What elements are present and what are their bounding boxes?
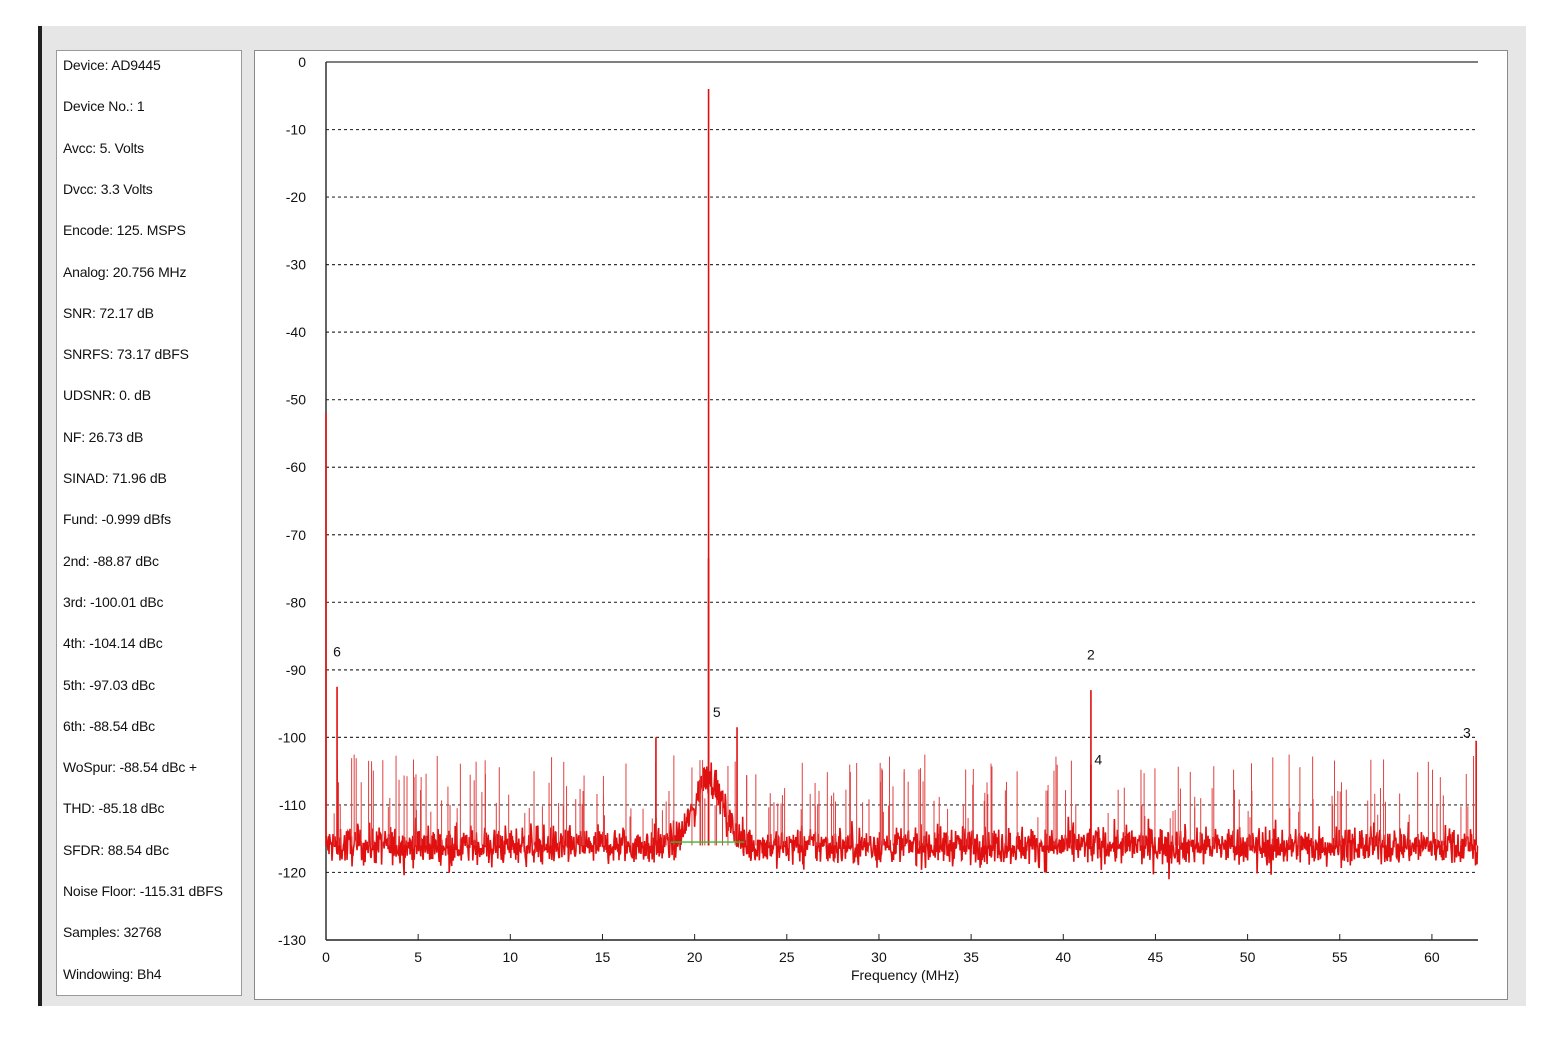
- y-tick-label: -120: [278, 864, 306, 880]
- info-line: Dvcc: 3.3 Volts: [63, 180, 153, 197]
- y-tick-label: -20: [286, 189, 306, 205]
- info-line: SNRFS: 73.17 dBFS: [63, 346, 189, 363]
- x-tick-label: 25: [779, 949, 795, 965]
- harmonic-marker-label: 6: [333, 643, 341, 659]
- info-line: Device No.: 1: [63, 98, 145, 115]
- info-line: Fund: -0.999 dBfs: [63, 511, 171, 528]
- y-tick-label: 0: [298, 54, 306, 70]
- info-line: Windowing: Bh4: [63, 965, 162, 982]
- harmonic-markers: 6 5 2 4 3: [333, 643, 1471, 767]
- info-line: Avcc: 5. Volts: [63, 139, 144, 156]
- info-line: Encode: 125. MSPS: [63, 222, 186, 239]
- fft-spectrum-chart: 0 -10 -20 -30 -40 -50 -60 -70 -80 -90 -100 -110 -120…: [278, 54, 1479, 983]
- x-tick-label: 0: [322, 949, 330, 965]
- x-tick-label: 20: [687, 949, 703, 965]
- harmonic-marker-label: 5: [713, 704, 721, 720]
- y-tick-label: -110: [279, 797, 306, 813]
- harmonic-marker-label: 2: [1087, 647, 1095, 663]
- info-line: 5th: -97.03 dBc: [63, 676, 155, 693]
- y-tick-label: -30: [286, 257, 306, 273]
- x-tick-label: 10: [503, 949, 519, 965]
- y-tick-label: -90: [286, 662, 306, 678]
- y-tick-label: -70: [286, 527, 306, 543]
- harmonic-marker-label: 3: [1463, 724, 1471, 740]
- info-line: THD: -85.18 dBc: [63, 800, 165, 817]
- info-line: SNR: 72.17 dB: [63, 304, 154, 321]
- x-tick-label: 15: [595, 949, 611, 965]
- spectrum-trace: [325, 89, 1479, 880]
- x-tick-label: 30: [871, 949, 887, 965]
- x-tick-label: 5: [414, 949, 422, 965]
- info-line: Noise Floor: -115.31 dBFS: [63, 883, 223, 899]
- info-line: 2nd: -88.87 dBc: [63, 552, 159, 569]
- info-line: Samples: 32768: [63, 924, 162, 941]
- y-tick-label: -40: [286, 324, 306, 340]
- info-line: WoSpur: -88.54 dBc +: [63, 759, 197, 776]
- measurement-info-panel: Device: AD9445 Device No.: 1 Avcc: 5. Volt…: [56, 50, 242, 996]
- info-line: SINAD: 71.96 dB: [63, 470, 167, 486]
- grid-lines: [326, 61, 1478, 874]
- info-line: NF: 26.73 dB: [63, 428, 144, 445]
- y-tick-label: -50: [286, 392, 306, 408]
- x-tick-label: 35: [963, 949, 979, 965]
- x-tick-label: 50: [1240, 949, 1256, 965]
- info-line: UDSNR: 0. dB: [63, 387, 151, 404]
- x-tick-label: 60: [1424, 949, 1440, 965]
- x-tick-label: 40: [1055, 949, 1071, 965]
- harmonic-marker-label: 4: [1094, 751, 1102, 767]
- y-tick-label: -10: [286, 122, 306, 138]
- y-tick-label: -130: [278, 932, 306, 948]
- info-line: 3rd: -100.01 dBc: [63, 593, 164, 610]
- y-tick-label: -80: [286, 594, 306, 610]
- x-axis-title: Frequency (MHz): [851, 967, 959, 983]
- info-line: 4th: -104.14 dBc: [63, 635, 163, 652]
- y-tick-label: -60: [286, 459, 306, 475]
- x-tick-label: 45: [1148, 949, 1164, 965]
- info-line: SFDR: 88.54 dBc: [63, 841, 169, 858]
- info-line: Device: AD9445: [63, 57, 161, 73]
- y-tick-label: -100: [278, 729, 306, 745]
- info-line: 6th: -88.54 dBc: [63, 717, 155, 734]
- info-line: Analog: 20.756 MHz: [63, 263, 187, 280]
- x-tick-label: 55: [1332, 949, 1348, 965]
